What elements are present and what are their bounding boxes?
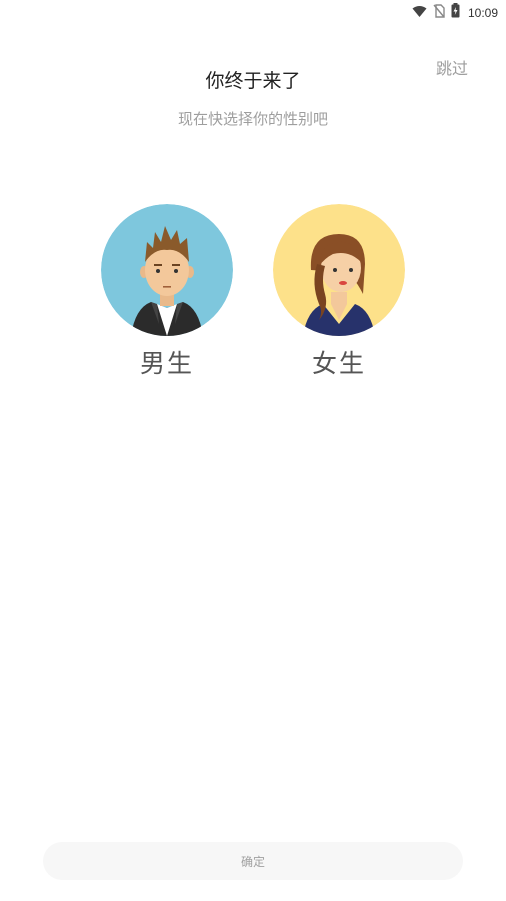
confirm-button[interactable]: 确定 bbox=[43, 842, 463, 880]
gender-label-male: 男生 bbox=[139, 349, 194, 378]
status-bar: 10:09 bbox=[0, 0, 506, 22]
wifi-icon bbox=[412, 3, 427, 22]
gender-option-female[interactable]: 女生 bbox=[273, 204, 405, 380]
male-avatar[interactable] bbox=[101, 204, 233, 336]
page-title: 你终于来了 bbox=[205, 70, 301, 92]
status-icons: 10:09 bbox=[412, 3, 498, 22]
female-avatar[interactable] bbox=[273, 204, 405, 336]
status-time: 10:09 bbox=[467, 5, 498, 20]
battery-charging-icon bbox=[451, 3, 460, 22]
no-sim-icon bbox=[433, 3, 445, 22]
page-subtitle: 现在快选择你的性别吧 bbox=[177, 110, 328, 128]
gender-option-male[interactable]: 男生 bbox=[101, 204, 233, 380]
gender-label-female: 女生 bbox=[311, 349, 366, 378]
